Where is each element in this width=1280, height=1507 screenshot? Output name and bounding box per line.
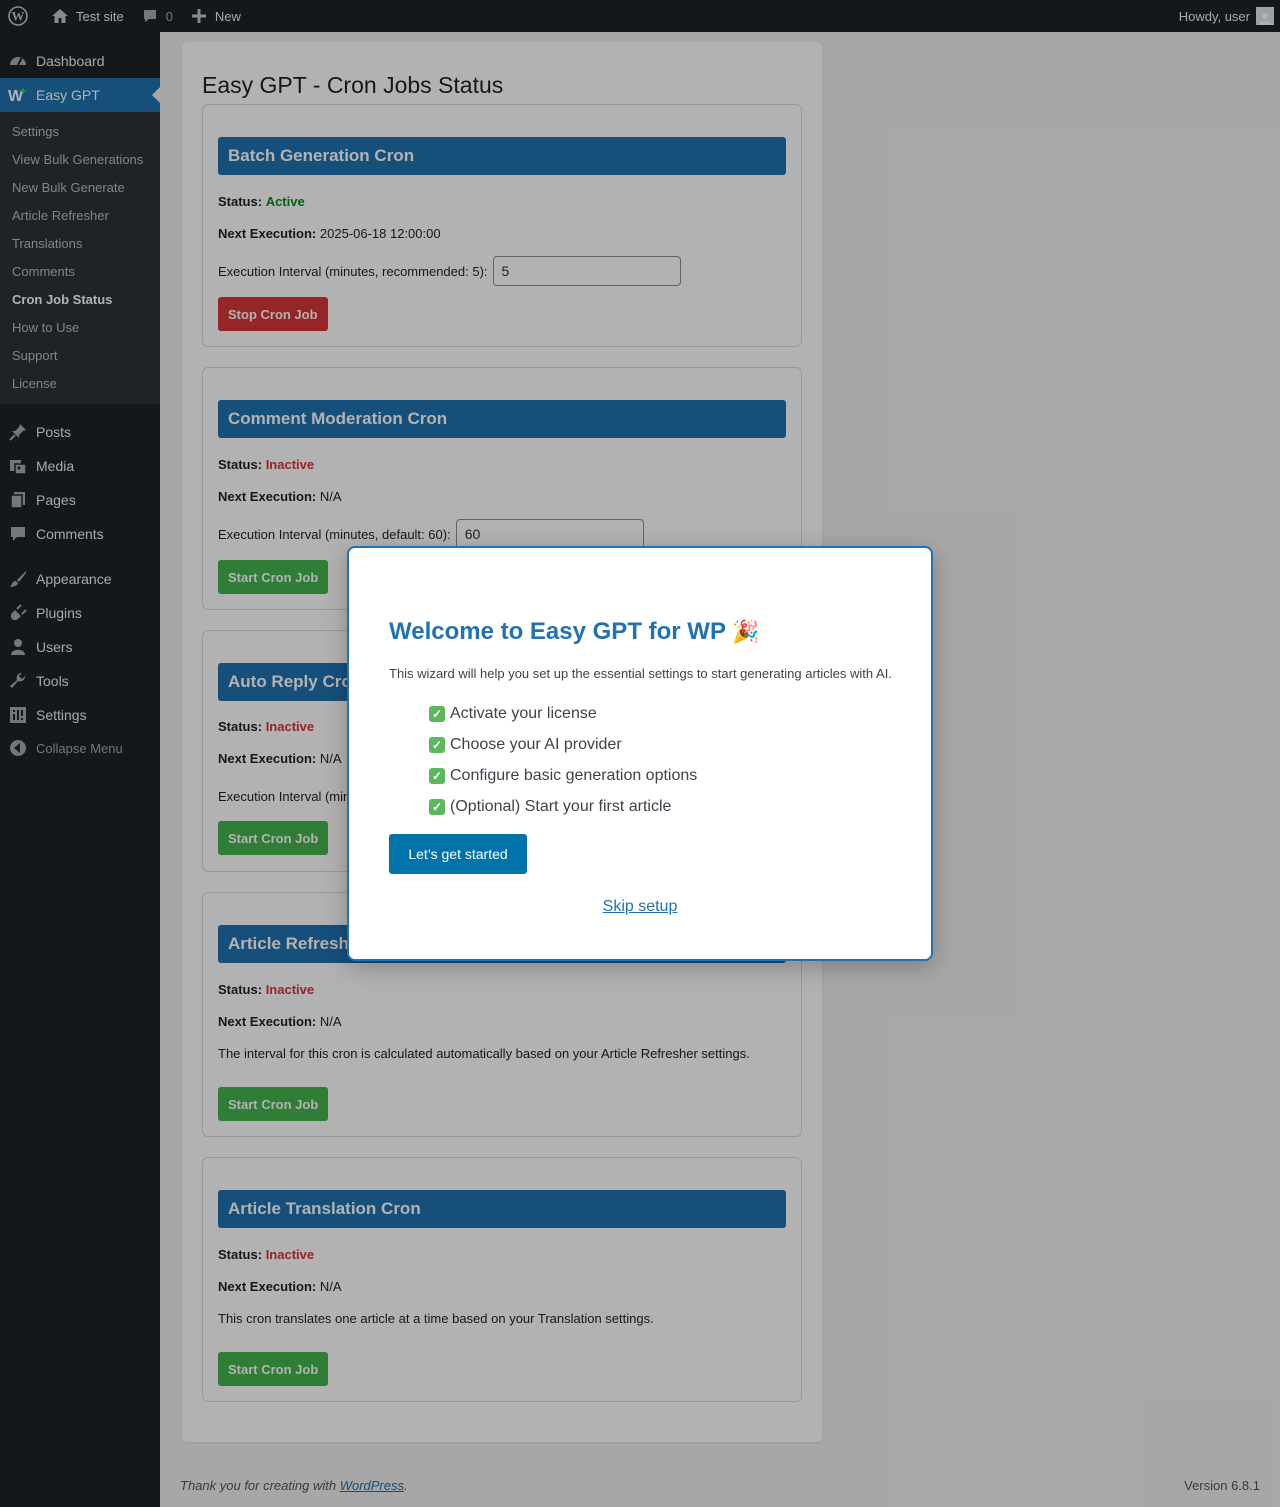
checkmark-icon: ✓	[429, 767, 445, 784]
step-label: Activate your license	[450, 704, 597, 722]
list-item: ✓ Choose your AI provider	[429, 729, 697, 760]
welcome-wizard-modal: Welcome to Easy GPT for WP 🎉 This wizard…	[347, 546, 933, 961]
step-label: Configure basic generation options	[450, 766, 698, 784]
modal-title-text: Welcome to Easy GPT for WP	[389, 618, 726, 645]
list-item: ✓ (Optional) Start your first article	[429, 791, 697, 822]
step-label: (Optional) Start your first article	[450, 797, 672, 815]
party-popper-icon: 🎉	[731, 619, 760, 644]
skip-setup-link[interactable]: Skip setup	[349, 898, 931, 916]
list-item: ✓ Configure basic generation options	[429, 760, 697, 791]
modal-title: Welcome to Easy GPT for WP 🎉	[389, 618, 759, 646]
list-item: ✓ Activate your license	[429, 698, 697, 729]
setup-steps-list: ✓ Activate your license ✓ Choose your AI p…	[429, 698, 697, 822]
lets-get-started-button[interactable]: Let’s get started	[389, 834, 527, 874]
checkmark-icon: ✓	[429, 736, 445, 753]
checkmark-icon: ✓	[429, 798, 445, 815]
modal-description: This wizard will help you set up the ess…	[389, 666, 892, 681]
step-label: Choose your AI provider	[450, 735, 622, 753]
checkmark-icon: ✓	[429, 705, 445, 722]
